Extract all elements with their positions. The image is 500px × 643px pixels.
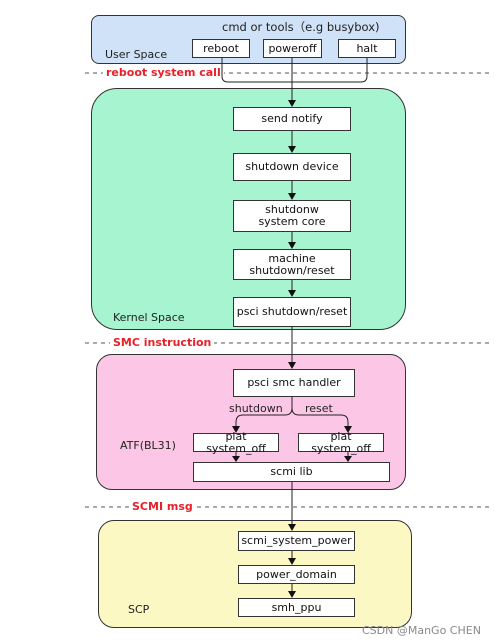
flow-arrows — [221, 58, 368, 598]
